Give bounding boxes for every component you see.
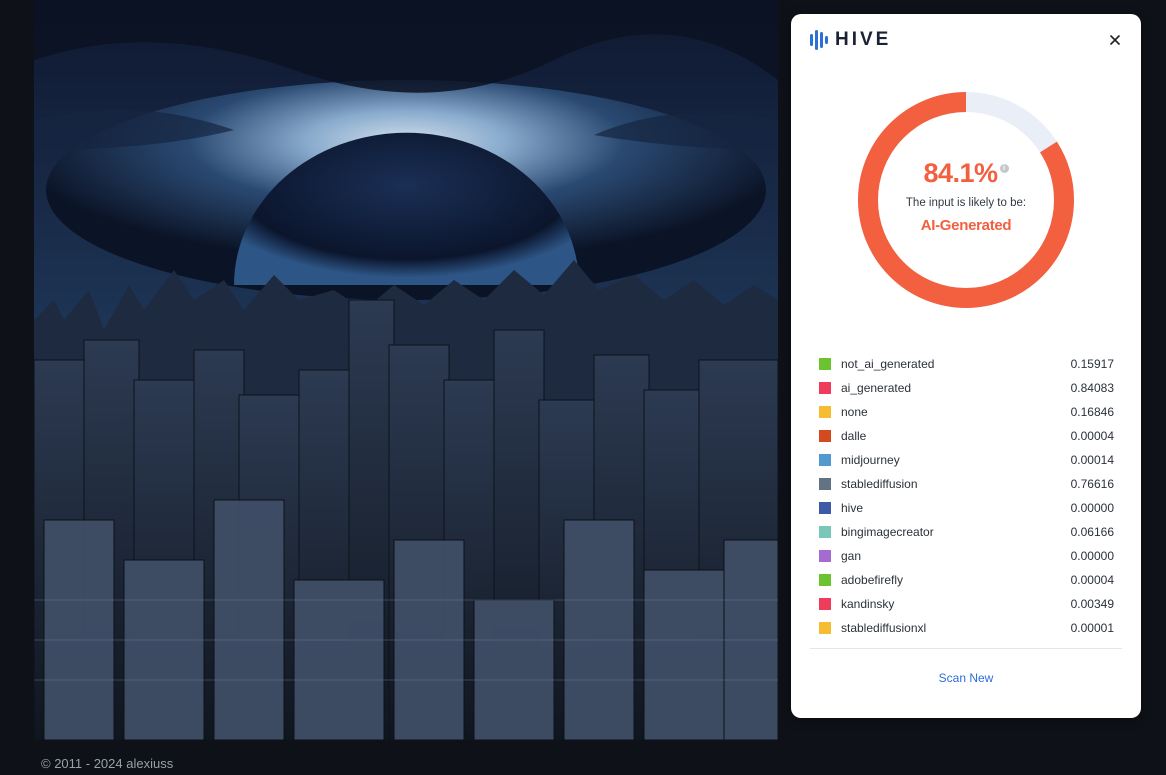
info-icon[interactable]: i [999, 164, 1009, 173]
class-name: not_ai_generated [841, 357, 935, 371]
class-name: stablediffusion [841, 477, 918, 491]
class-row: ai_generated 0.84083 [819, 376, 1114, 400]
class-value: 0.76616 [1070, 477, 1114, 491]
class-row: midjourney 0.00014 [819, 448, 1114, 472]
class-value: 0.84083 [1070, 381, 1114, 395]
score-row: 84.1% i [923, 158, 1009, 189]
class-row: bingimagecreator 0.06166 [819, 520, 1114, 544]
page: © 2011 - 2024 alexiuss HIVE 84.1% i The … [0, 0, 1166, 775]
brand-name: HIVE [835, 29, 892, 50]
class-color-swatch [819, 502, 831, 514]
class-name: gan [841, 549, 862, 563]
class-row: gan 0.00000 [819, 544, 1114, 568]
class-value: 0.06166 [1070, 525, 1114, 539]
class-color-swatch [819, 406, 831, 418]
class-color-swatch [819, 526, 831, 538]
class-color-swatch [819, 358, 831, 370]
likely-label: The input is likely to be: [905, 197, 1027, 209]
class-color-swatch [819, 550, 831, 562]
class-row: hive 0.00000 [819, 496, 1114, 520]
verdict-label: AI-Generated [920, 217, 1012, 234]
class-value: 0.00004 [1070, 573, 1114, 587]
class-row: none 0.16846 [819, 400, 1114, 424]
hive-brand: HIVE [810, 29, 891, 51]
class-row: stablediffusion 0.76616 [819, 472, 1114, 496]
class-row: dalle 0.00004 [819, 424, 1114, 448]
class-value: 0.15917 [1070, 357, 1114, 371]
class-row: kandinsky 0.00349 [819, 592, 1114, 616]
class-value: 0.00000 [1070, 549, 1114, 563]
close-icon[interactable] [1110, 35, 1120, 45]
class-value: 0.00349 [1070, 597, 1114, 611]
hive-detection-panel: HIVE 84.1% i The input is likely to be: … [791, 14, 1141, 718]
artwork-image [34, 0, 778, 740]
scan-new-link[interactable]: Scan New [791, 671, 1141, 685]
class-name: dalle [841, 429, 867, 443]
class-name: ai_generated [841, 381, 912, 395]
class-name: hive [841, 501, 864, 515]
class-value: 0.16846 [1070, 405, 1114, 419]
divider [810, 648, 1122, 649]
class-name: kandinsky [841, 597, 895, 611]
class-color-swatch [819, 430, 831, 442]
class-color-swatch [819, 382, 831, 394]
hive-logo-icon [810, 30, 828, 50]
class-value: 0.00001 [1070, 621, 1114, 635]
class-value: 0.00014 [1070, 453, 1114, 467]
class-value: 0.00004 [1070, 429, 1114, 443]
score-donut: 84.1% i The input is likely to be: AI-Ge… [854, 88, 1078, 312]
artwork-illustration [34, 0, 778, 740]
class-row: not_ai_generated 0.15917 [819, 352, 1114, 376]
class-name: adobefirefly [841, 573, 904, 587]
class-name: stablediffusionxl [841, 621, 927, 635]
class-color-swatch [819, 454, 831, 466]
class-score-list: not_ai_generated 0.15917 ai_generated 0.840… [819, 352, 1114, 640]
class-name: bingimagecreator [841, 525, 934, 539]
copyright-text: © 2011 - 2024 alexiuss [41, 756, 174, 771]
score-value: 84.1% [923, 158, 998, 188]
close-button[interactable] [1105, 30, 1125, 50]
class-row: adobefirefly 0.00004 [819, 568, 1114, 592]
class-value: 0.00000 [1070, 501, 1114, 515]
class-name: none [841, 405, 868, 419]
class-color-swatch [819, 622, 831, 634]
class-color-swatch [819, 598, 831, 610]
donut-center: 84.1% i The input is likely to be: AI-Ge… [854, 88, 1078, 312]
class-name: midjourney [841, 453, 900, 467]
class-color-swatch [819, 574, 831, 586]
class-color-swatch [819, 478, 831, 490]
class-row: stablediffusionxl 0.00001 [819, 616, 1114, 640]
